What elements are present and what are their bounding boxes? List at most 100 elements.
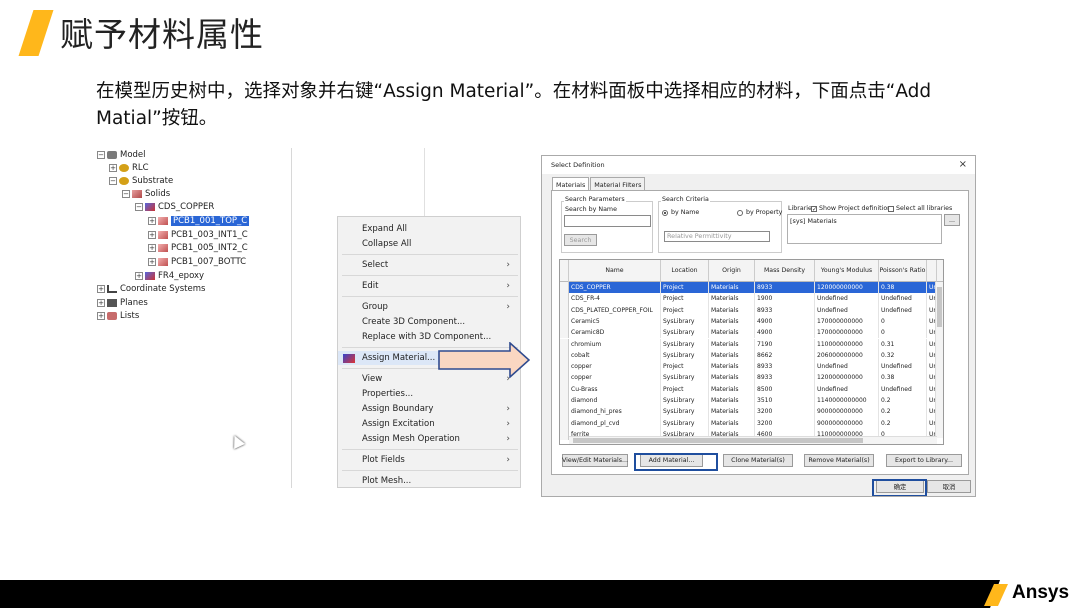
add-material-highlight bbox=[634, 453, 718, 471]
menu-item-expand-all[interactable]: Expand All bbox=[338, 222, 520, 236]
collapse-icon[interactable]: − bbox=[122, 190, 130, 198]
library-item[interactable]: [sys] Materials bbox=[790, 217, 837, 225]
expand-icon[interactable]: + bbox=[109, 164, 117, 172]
by-name-radio[interactable]: by Name bbox=[662, 209, 699, 216]
property-select[interactable]: Relative Permittivity bbox=[664, 231, 770, 242]
collapse-icon[interactable]: − bbox=[135, 203, 143, 211]
expand-icon[interactable]: + bbox=[97, 312, 105, 320]
menu-item-group[interactable]: Group › bbox=[338, 300, 520, 314]
menu-item-assign-excitation[interactable]: Assign Excitation › bbox=[338, 417, 520, 431]
tree-node-coordinate-systems[interactable]: + Coordinate Systems bbox=[97, 283, 205, 295]
table-row[interactable]: Cu-Brass Project Materials 8500 Undefined Und… bbox=[560, 383, 943, 395]
tab-material-filters[interactable]: Material Filters bbox=[590, 177, 646, 190]
tree-node-lists[interactable]: + Lists bbox=[97, 310, 139, 322]
expand-icon[interactable]: + bbox=[97, 285, 105, 293]
checkbox-label: Show Project definitions bbox=[819, 205, 895, 212]
collapse-icon[interactable]: − bbox=[109, 177, 117, 185]
by-property-radio[interactable]: by Property bbox=[737, 209, 782, 216]
collapse-icon[interactable]: − bbox=[97, 151, 105, 159]
show-project-checkbox[interactable]: ✓ Show Project definitions bbox=[811, 205, 894, 212]
row-header-cell bbox=[560, 293, 569, 305]
tree-node-substrate[interactable]: − Substrate bbox=[109, 175, 173, 187]
search-button[interactable]: Search bbox=[564, 234, 597, 246]
table-cell: Materials bbox=[709, 395, 755, 407]
table-row[interactable]: Ceramic8D SysLibrary Materials 4900 17000000… bbox=[560, 327, 943, 339]
tree-node-pcb1-005[interactable]: + PCB1_005_INT2_C bbox=[148, 242, 248, 254]
table-row[interactable]: Ceramic5 SysLibrary Materials 4900 170000000… bbox=[560, 315, 943, 328]
tree-node-pcb1-003[interactable]: + PCB1_003_INT1_C bbox=[148, 229, 248, 241]
table-cell: Project bbox=[661, 361, 709, 373]
tree-node-label: Substrate bbox=[132, 176, 174, 186]
tree-node-label: PCB1_003_INT1_C bbox=[171, 230, 248, 240]
table-cell: 0.31 bbox=[879, 338, 927, 350]
column-header-extra[interactable] bbox=[927, 260, 937, 282]
table-cell: Materials bbox=[709, 304, 755, 316]
expand-icon[interactable]: + bbox=[97, 299, 105, 307]
column-header-poissons-ratio[interactable]: Poisson's Ratio bbox=[879, 260, 927, 282]
expand-icon[interactable]: + bbox=[135, 272, 143, 280]
table-cell: SysLibrary bbox=[661, 315, 709, 328]
menu-item-plot-mesh[interactable]: Plot Mesh... bbox=[338, 474, 520, 488]
table-row[interactable]: chromium SysLibrary Materials 7190 110000000… bbox=[560, 338, 943, 350]
expand-icon[interactable]: + bbox=[148, 217, 156, 225]
libraries-more-button[interactable]: ... bbox=[944, 214, 960, 226]
menu-item-create-3d-component[interactable]: Create 3D Component... bbox=[338, 315, 520, 329]
table-row[interactable]: cobalt SysLibrary Materials 8662 20600000000… bbox=[560, 349, 943, 362]
menu-item-collapse-all[interactable]: Collapse All bbox=[338, 237, 520, 251]
table-row[interactable]: diamond_hi_pres SysLibrary Materials 3200 90… bbox=[560, 406, 943, 418]
menu-item-select[interactable]: Select › bbox=[338, 258, 520, 272]
expand-icon[interactable]: + bbox=[148, 244, 156, 252]
table-row[interactable]: CDS_FR-4 Project Materials 1900 Undefined Und… bbox=[560, 293, 943, 305]
menu-item-assign-mesh-operation[interactable]: Assign Mesh Operation › bbox=[338, 432, 520, 446]
tree-node-planes[interactable]: + Planes bbox=[97, 297, 148, 309]
search-name-input[interactable] bbox=[564, 215, 651, 227]
cancel-button[interactable]: 取消 bbox=[927, 480, 971, 493]
solid-icon bbox=[158, 217, 168, 225]
table-cell: 4900 bbox=[755, 315, 815, 328]
table-cell: 1900 bbox=[755, 293, 815, 305]
tree-node-cds-copper[interactable]: − CDS_COPPER bbox=[135, 201, 214, 213]
column-header-origin[interactable]: Origin bbox=[709, 260, 755, 282]
libraries-list[interactable]: [sys] Materials bbox=[787, 214, 942, 244]
column-header-mass-density[interactable]: Mass Density bbox=[755, 260, 815, 282]
tree-node-solids[interactable]: − Solids bbox=[122, 188, 170, 200]
submenu-arrow-icon: › bbox=[506, 419, 510, 429]
tree-node-pcb1-001[interactable]: + PCB1_001_TOP_C bbox=[148, 215, 250, 227]
tree-node-model[interactable]: − Model bbox=[97, 149, 146, 161]
vertical-scrollbar[interactable] bbox=[935, 282, 943, 438]
column-header-name[interactable]: Name bbox=[569, 260, 661, 282]
table-row[interactable]: diamond_pl_cvd SysLibrary Materials 3200 900… bbox=[560, 417, 943, 429]
table-row[interactable]: CDS_PLATED_COPPER_FOIL Project Materials 89… bbox=[560, 304, 943, 316]
tree-node-pcb1-007[interactable]: + PCB1_007_BOTTC bbox=[148, 256, 246, 268]
menu-item-properties[interactable]: Properties... bbox=[338, 387, 520, 401]
export-to-library-button[interactable]: Export to Library... bbox=[886, 454, 962, 467]
table-row[interactable]: diamond SysLibrary Materials 3510 1140000000… bbox=[560, 395, 943, 407]
expand-icon[interactable]: + bbox=[148, 231, 156, 239]
view-edit-materials-button[interactable]: View/Edit Materials... bbox=[562, 454, 628, 467]
select-all-libraries-checkbox[interactable]: Select all libraries bbox=[888, 205, 952, 212]
scroll-thumb[interactable] bbox=[937, 287, 942, 327]
menu-item-label: View bbox=[362, 374, 383, 384]
column-header-location[interactable]: Location bbox=[661, 260, 709, 282]
table-cell: SysLibrary bbox=[661, 406, 709, 418]
tab-materials[interactable]: Materials bbox=[552, 177, 590, 190]
close-icon[interactable]: × bbox=[959, 159, 967, 170]
menu-item-assign-boundary[interactable]: Assign Boundary › bbox=[338, 402, 520, 416]
clone-materials-button[interactable]: Clone Material(s) bbox=[723, 454, 793, 467]
table-cell: 0 bbox=[879, 315, 927, 328]
table-row[interactable]: copper SysLibrary Materials 8933 12000000000… bbox=[560, 372, 943, 384]
tree-node-label: PCB1_001_TOP_C bbox=[171, 216, 250, 226]
table-row[interactable]: CDS_COPPER Project Materials 8933 1200000000… bbox=[560, 282, 943, 294]
table-row[interactable]: copper Project Materials 8933 Undefined Undef… bbox=[560, 361, 943, 373]
horizontal-scrollbar[interactable] bbox=[569, 436, 937, 444]
expand-icon[interactable]: + bbox=[148, 258, 156, 266]
menu-item-edit[interactable]: Edit › bbox=[338, 279, 520, 293]
column-header-youngs-modulus[interactable]: Young's Modulus bbox=[815, 260, 879, 282]
tree-node-fr4-epoxy[interactable]: + FR4_epoxy bbox=[135, 270, 204, 282]
tree-node-rlc[interactable]: + RLC bbox=[109, 162, 149, 174]
menu-item-plot-fields[interactable]: Plot Fields › bbox=[338, 453, 520, 467]
lists-icon bbox=[107, 312, 117, 320]
scroll-thumb[interactable] bbox=[573, 438, 863, 443]
radio-icon bbox=[662, 209, 668, 216]
remove-materials-button[interactable]: Remove Material(s) bbox=[804, 454, 874, 467]
